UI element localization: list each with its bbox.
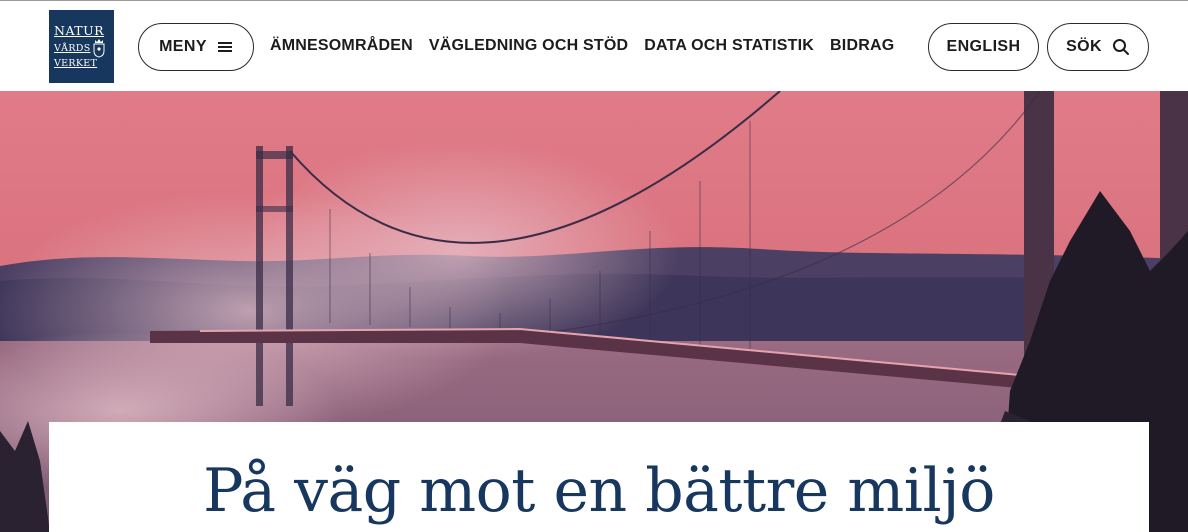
search-label: SÖK: [1066, 38, 1102, 55]
english-button[interactable]: ENGLISH: [928, 23, 1039, 71]
crest-icon: [93, 39, 104, 58]
main-nav: ÄMNESOMRÅDEN VÄGLEDNING OCH STÖD DATA OC…: [270, 37, 894, 55]
hero-title-card: På väg mot en bättre miljö: [49, 422, 1149, 532]
nav-item-amnesomraden[interactable]: ÄMNESOMRÅDEN: [270, 37, 413, 55]
menu-label: MENY: [159, 38, 207, 55]
search-icon: [1112, 39, 1129, 55]
nav-item-bidrag[interactable]: BIDRAG: [830, 37, 894, 55]
site-header: NATUR VÅRDS VERKET MENY ÄMNESOMRÅDEN VÄG…: [0, 0, 1188, 91]
nav-item-data-statistik[interactable]: DATA OCH STATISTIK: [644, 37, 814, 55]
logo-line-2: VÅRDS: [54, 42, 91, 54]
menu-button[interactable]: MENY: [138, 23, 254, 71]
nav-item-vagledning[interactable]: VÄGLEDNING OCH STÖD: [429, 37, 628, 55]
logo-row-2: VÅRDS: [54, 38, 105, 58]
logo-line-1: NATUR: [54, 23, 105, 38]
search-button[interactable]: SÖK: [1047, 23, 1149, 71]
naturvardsverket-logo[interactable]: NATUR VÅRDS VERKET: [49, 10, 114, 83]
hamburger-icon: [217, 42, 232, 52]
english-label: ENGLISH: [946, 38, 1021, 55]
logo-line-3: VERKET: [54, 58, 98, 69]
page-title: På väg mot en bättre miljö: [203, 456, 995, 526]
